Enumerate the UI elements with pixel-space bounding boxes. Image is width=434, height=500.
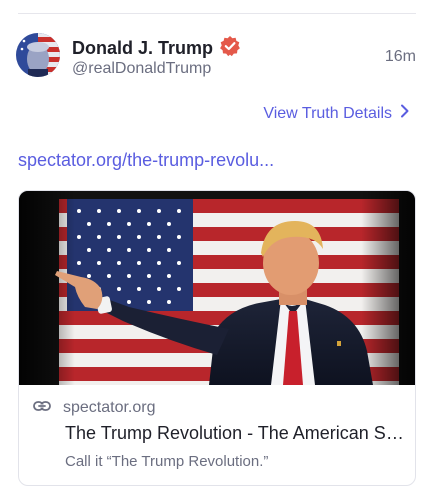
card-domain-row: spectator.org bbox=[33, 399, 156, 417]
link-icon bbox=[33, 399, 51, 417]
view-truth-details-link[interactable]: View Truth Details bbox=[263, 104, 410, 123]
chevron-right-icon bbox=[400, 104, 410, 123]
author-handle[interactable]: @realDonaldTrump bbox=[72, 60, 211, 78]
display-name[interactable]: Donald J. Trump bbox=[72, 38, 213, 59]
view-truth-details-label: View Truth Details bbox=[263, 104, 392, 122]
top-divider bbox=[18, 13, 416, 14]
card-body: spectator.org The Trump Revolution - The… bbox=[19, 385, 415, 485]
card-image bbox=[19, 191, 415, 385]
name-row: Donald J. Trump bbox=[72, 35, 241, 62]
post-header: Donald J. Trump @realDonaldTrump 16m bbox=[16, 33, 416, 81]
card-description: Call it “The Trump Revolution.” bbox=[65, 453, 269, 470]
card-domain: spectator.org bbox=[63, 399, 156, 416]
link-preview-card[interactable]: spectator.org The Trump Revolution - The… bbox=[18, 190, 416, 486]
card-title: The Trump Revolution - The American Spec… bbox=[65, 423, 409, 443]
verified-badge-icon bbox=[219, 35, 241, 62]
post-timestamp[interactable]: 16m bbox=[385, 48, 416, 66]
avatar[interactable] bbox=[16, 33, 60, 77]
post-url-link[interactable]: spectator.org/the-trump-revolu... bbox=[18, 150, 274, 171]
